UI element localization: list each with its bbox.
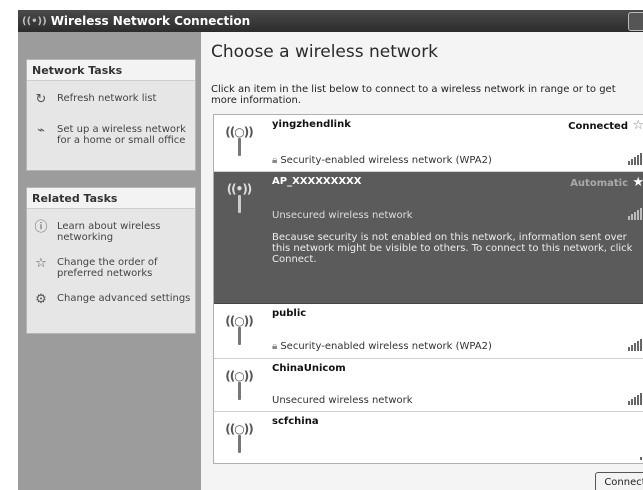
security-warning-text: Because security is not enabled on this … xyxy=(272,232,633,265)
security-line: Unsecured wireless network xyxy=(272,395,413,406)
network-tasks-header: Network Tasks xyxy=(27,60,195,81)
info-icon: ⓘ xyxy=(34,219,48,235)
task-refresh-network-list[interactable]: ↻ Refresh network list xyxy=(27,91,195,107)
antenna-icon: ((○)) xyxy=(224,422,254,456)
task-label: Set up a wireless network for a home or … xyxy=(57,124,186,146)
close-button[interactable] xyxy=(628,12,643,31)
network-ssid: AP_XXXXXXXXX xyxy=(272,176,362,187)
task-advanced-settings[interactable]: ⚙ Change advanced settings xyxy=(27,291,195,307)
task-learn-wireless[interactable]: ⓘ Learn about wireless networking xyxy=(27,219,195,244)
security-text: Unsecured wireless network xyxy=(272,210,413,221)
lock-icon: 🔒︎ xyxy=(272,341,278,352)
task-label: Refresh network list xyxy=(57,93,157,104)
title-bar[interactable]: ((•)) Wireless Network Connection xyxy=(18,10,643,32)
antenna-icon: ((○)) xyxy=(224,125,254,159)
security-text: Security-enabled wireless network (WPA2) xyxy=(280,155,492,166)
security-line: 🔒︎ Security-enabled wireless network (WPA… xyxy=(272,155,492,166)
related-tasks-panel: Related Tasks ⓘ Learn about wireless net… xyxy=(26,187,196,334)
network-item-yingzhendlink[interactable]: ((○)) yingzhendlink Connected ☆ 🔒︎ Securi… xyxy=(214,115,643,172)
antenna-icon: ((•)) xyxy=(224,182,254,216)
task-pane: Network Tasks ↻ Refresh network list ⌁ S… xyxy=(18,32,201,490)
task-label: Change advanced settings xyxy=(57,293,191,304)
settings-icon: ⚙ xyxy=(35,291,47,307)
signal-strength-icon xyxy=(628,208,643,220)
network-tasks-panel: Network Tasks ↻ Refresh network list ⌁ S… xyxy=(26,59,196,171)
signal-strength-icon xyxy=(628,448,643,460)
connection-status: Connected xyxy=(568,121,628,132)
preferred-star-icon: ★ xyxy=(632,175,643,190)
network-item-ap-xxxxxxxxx[interactable]: ((•)) AP_XXXXXXXXX Automatic ★ Unsecured… xyxy=(214,172,643,304)
network-ssid: yingzhendlink xyxy=(272,119,351,130)
signal-strength-icon xyxy=(628,339,643,351)
page-title: Choose a wireless network xyxy=(211,42,439,62)
network-item-public[interactable]: ((○)) public 🔒︎ Security-enabled wireless… xyxy=(214,304,643,359)
setup-network-icon: ⌁ xyxy=(37,122,45,138)
wireless-network-window: ((•)) Wireless Network Connection Networ… xyxy=(18,10,643,490)
connect-button[interactable]: Connect xyxy=(595,472,643,490)
refresh-icon: ↻ xyxy=(35,91,47,107)
network-ssid: public xyxy=(272,308,307,319)
window-title: Wireless Network Connection xyxy=(50,14,251,28)
security-line: Unsecured wireless network xyxy=(272,210,413,221)
network-item-scfchina[interactable]: ((○)) scfchina xyxy=(214,412,643,463)
antenna-icon: ((○)) xyxy=(224,314,254,348)
signal-strength-icon xyxy=(628,393,643,405)
preferred-star-icon: ☆ xyxy=(632,118,643,133)
security-line: 🔒︎ Security-enabled wireless network (WPA… xyxy=(272,341,492,352)
antenna-icon: ((○)) xyxy=(224,369,254,403)
lock-icon: 🔒︎ xyxy=(272,155,278,166)
related-tasks-header: Related Tasks xyxy=(27,188,195,209)
task-label: Learn about wireless networking xyxy=(57,221,161,243)
network-ssid: ChinaUnicom xyxy=(272,363,346,374)
network-item-chinaunicom[interactable]: ((○)) ChinaUnicom Unsecured wireless net… xyxy=(214,359,643,412)
main-pane: Choose a wireless network Click an item … xyxy=(201,32,643,490)
star-icon: ☆ xyxy=(35,255,47,271)
task-setup-wireless-network[interactable]: ⌁ Set up a wireless network for a home o… xyxy=(27,122,195,147)
network-ssid: scfchina xyxy=(272,416,319,427)
security-text: Security-enabled wireless network (WPA2) xyxy=(280,341,492,352)
task-label: Change the order of preferred networks xyxy=(57,257,158,279)
signal-strength-icon xyxy=(628,153,643,165)
network-list[interactable]: ((○)) yingzhendlink Connected ☆ 🔒︎ Securi… xyxy=(213,114,643,464)
security-text: Unsecured wireless network xyxy=(272,395,413,406)
task-change-network-order[interactable]: ☆ Change the order of preferred networks xyxy=(27,255,195,280)
instructions-text: Click an item in the list below to conne… xyxy=(211,84,616,106)
connection-status: Automatic xyxy=(570,178,628,189)
wireless-icon: ((•)) xyxy=(22,15,47,27)
